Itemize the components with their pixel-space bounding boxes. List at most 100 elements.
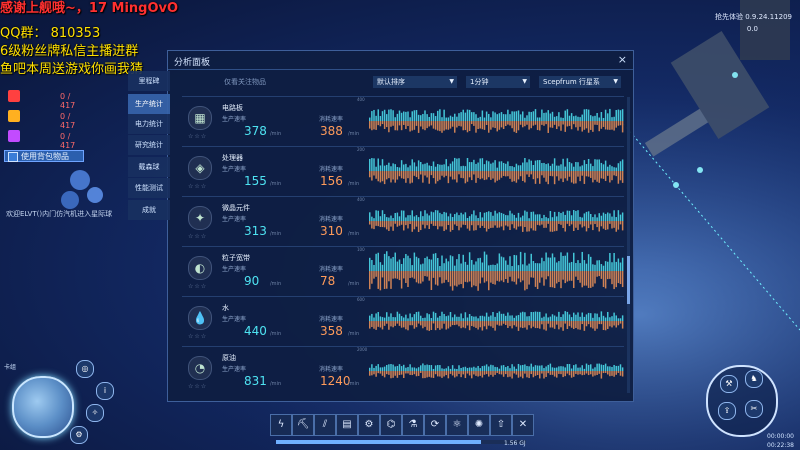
production-item-row[interactable]: ◔ ☆☆☆ 原油 生产速率 831/min 消耗速率 1240/min 2000 [182,347,624,395]
production-bar [575,263,577,271]
consumption-bar [407,371,409,374]
production-bar [522,111,524,121]
close-icon[interactable]: × [618,53,627,66]
consumption-bar [490,271,492,283]
tab-power-stats[interactable]: 电力统计 [128,114,170,134]
production-bar [447,366,450,371]
consumption-bar [607,271,609,280]
consumption-bar [430,171,433,176]
consumption-bar [494,171,496,183]
mecha-action-ring[interactable] [706,365,778,437]
build-mode-icon[interactable]: ⚒ [720,375,738,393]
dismantle-mode-icon[interactable]: ✂ [745,400,763,418]
sort-dropdown[interactable]: 默认排序 ▼ [373,76,457,88]
favorite-filter-checkbox[interactable]: 仅看关注物品 [224,77,266,87]
conveyor-icon[interactable]: ⫽ [314,414,336,436]
production-bar [494,366,496,371]
favorite-star-icon[interactable]: ☆☆☆ [188,333,207,340]
launch-icon[interactable]: ⇧ [490,414,512,436]
production-bar [386,164,388,171]
consumption-bar [369,221,371,225]
production-bar [462,367,464,371]
production-bar [607,261,609,271]
consumption-bar [594,171,596,180]
production-bar [566,109,569,121]
tab-milestones[interactable]: 里程碑 [128,71,170,91]
production-bar [498,253,501,271]
production-bar [543,162,545,171]
production-item-row[interactable]: ▦ ☆☆☆ 电路板 生产速率 378/min 消耗速率 388/min 400 [182,97,624,145]
planet-globe[interactable] [12,376,74,438]
dyson-icon[interactable]: ✺ [468,414,490,436]
production-bar [466,317,469,321]
scope-dropdown[interactable]: Scepfrum 行星系 ▼ [539,76,621,88]
consumption-bar [394,171,396,183]
production-item-row[interactable]: ◈ ☆☆☆ 处理器 生产速率 155/min 消耗速率 156/min 200 [182,147,624,195]
favorite-star-icon[interactable]: ☆☆☆ [188,383,207,390]
consumption-bar [424,121,426,131]
consumption-bar [460,171,462,178]
favorite-star-icon[interactable]: ☆☆☆ [188,283,207,290]
minimap[interactable]: ◎ i ✧ ⚙ [4,360,114,448]
consumption-bar [611,271,613,285]
consumption-bar [541,121,543,125]
tab-production-stats[interactable]: 生产统计 [128,94,170,114]
settings-icon[interactable]: ⚙ [70,426,88,444]
mecha-icon[interactable]: ♞ [745,370,763,388]
consumption-bar [502,321,505,324]
favorite-star-icon[interactable]: ☆☆☆ [188,183,207,190]
production-bar [502,213,505,221]
info-icon[interactable]: i [96,382,114,400]
mining-icon[interactable]: ⛏ [292,414,314,436]
favorite-star-icon[interactable]: ☆☆☆ [188,133,207,140]
consumption-bar [426,371,428,378]
production-bar [386,364,388,371]
production-bar [587,211,590,221]
dismantle-icon[interactable]: ✕ [512,414,534,436]
use-backpack-items-toggle[interactable]: 使用背包物品 [4,150,84,162]
production-item-row[interactable]: ◐ ☆☆☆ 粒子宽带 生产速率 90/min 消耗速率 78/min 100 [182,247,624,295]
chemical-icon[interactable]: ⚛ [446,414,468,436]
consumption-bar [585,171,588,177]
production-bar [462,109,464,121]
production-bar [430,318,433,321]
consumption-bar [575,271,577,277]
scrollbar-track[interactable] [627,97,630,393]
storage-icon[interactable]: ▤ [336,414,358,436]
production-history-chart [369,251,624,291]
tab-performance-test[interactable]: 性能测试 [128,178,170,198]
production-bar [596,217,598,221]
refine-icon[interactable]: ⌬ [380,414,402,436]
production-bar [592,264,594,271]
consumption-bar [479,121,481,129]
production-bar [562,117,564,121]
production-bar [460,367,462,371]
production-bar [570,163,573,171]
compass-icon[interactable]: ✧ [86,404,104,422]
production-item-row[interactable]: 💧 ☆☆☆ 水生产速率 440/min 消耗速率 358/min 600 [182,297,624,345]
production-bar [413,162,416,171]
power-icon[interactable]: ϟ [270,414,292,436]
favorite-star-icon[interactable]: ☆☆☆ [188,233,207,240]
production-bar [547,163,549,171]
tab-dyson-sphere[interactable]: 戴森球 [128,157,170,177]
consumption-bar [532,171,535,180]
production-item-row[interactable]: ✦ ☆☆☆ 微晶元件 生产速率 313/min 消耗速率 310/min 400 [182,197,624,245]
consumption-bar [479,271,481,284]
consumption-bar [477,371,479,377]
upgrade-mode-icon[interactable]: ⇪ [718,402,736,420]
navigation-icon[interactable]: ◎ [76,360,94,378]
assembler-icon[interactable]: ⚙ [358,414,380,436]
logistics-icon[interactable]: ⟳ [424,414,446,436]
interval-dropdown[interactable]: 1分钟 ▼ [466,76,530,88]
consumption-bar [407,171,409,179]
tab-research-stats[interactable]: 研究统计 [128,135,170,155]
tab-achievements[interactable]: 成就 [128,200,170,220]
scrollbar-thumb[interactable] [627,256,630,304]
production-bar [405,314,407,321]
consumption-label: 消耗速率 [319,316,344,323]
production-bar [390,364,392,371]
consumption-bar [443,171,445,178]
consumption-bar [583,371,586,375]
lab-icon[interactable]: ⚗ [402,414,424,436]
